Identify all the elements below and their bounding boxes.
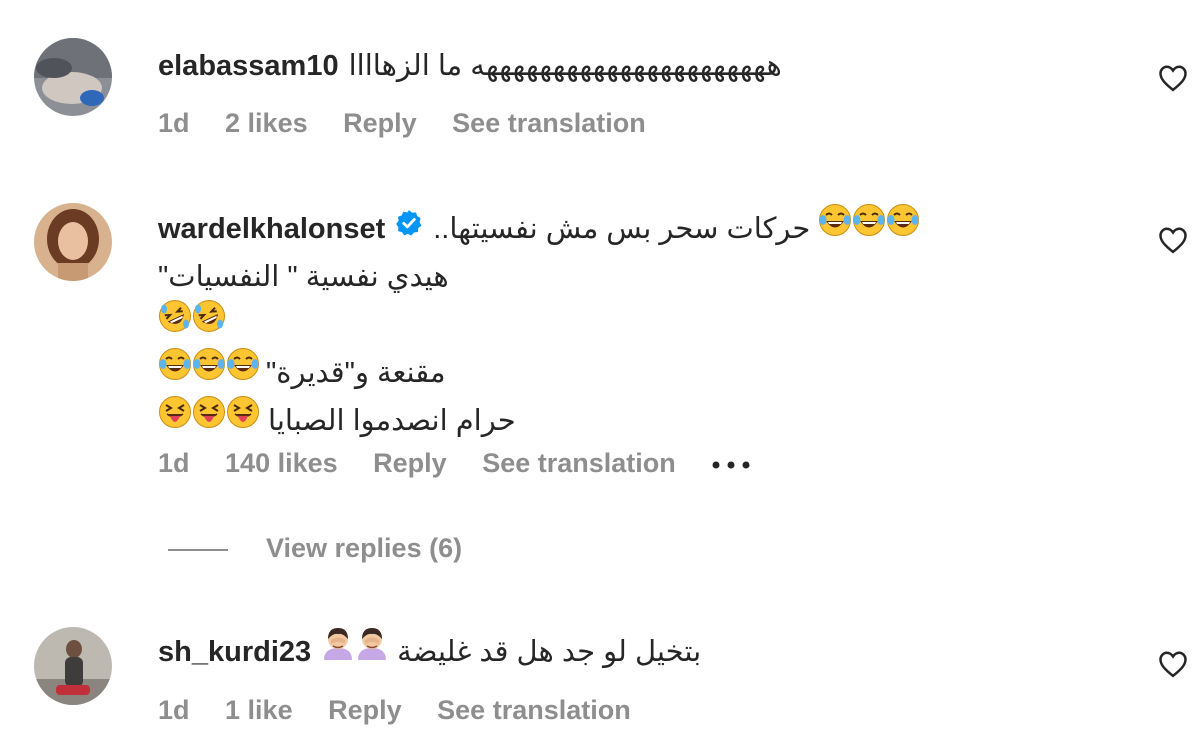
comment-likes[interactable]: 1 like <box>225 695 293 725</box>
comment-line: elabassam10 ههههههههههههههههههههههه ما ال… <box>158 42 1118 90</box>
see-translation-button[interactable]: See translation <box>482 448 676 478</box>
emoji-group <box>321 628 389 668</box>
comment-meta: 1d 140 likes Reply See translation <box>158 448 779 479</box>
more-dots-icon[interactable] <box>711 446 751 477</box>
heart-outline-icon[interactable] <box>1158 64 1188 97</box>
avatar[interactable] <box>34 38 112 116</box>
view-replies-button[interactable]: View replies (6) <box>168 533 462 564</box>
tears-of-joy-icon <box>886 203 920 252</box>
comment-username[interactable]: elabassam10 <box>158 50 339 82</box>
replies-divider <box>168 548 228 551</box>
comment-username[interactable]: wardelkhalonset <box>158 213 385 245</box>
see-translation-button[interactable]: See translation <box>437 695 631 725</box>
tears-of-joy-icon <box>852 203 886 252</box>
comment-text: حرام انصدموا الصبايا <box>268 405 516 437</box>
comment-line: sh_kurdi23 بتخيل لو جد هل قد غليضة <box>158 628 1118 676</box>
tears-of-joy-icon <box>192 347 226 396</box>
comment-line: wardelkhalonset حركات سحر بس مش نفسيتها.. <box>158 204 1118 253</box>
see-translation-button[interactable]: See translation <box>452 108 646 138</box>
comment-likes[interactable]: 2 likes <box>225 108 308 138</box>
avatar-photo-hand-icon <box>34 38 112 116</box>
comment-text: بتخيل لو جد هل قد غليضة <box>397 636 702 668</box>
tears-of-joy-icon <box>226 347 260 396</box>
comment-likes[interactable]: 140 likes <box>225 448 338 478</box>
person-facepalming-icon <box>321 626 355 675</box>
comment-text: مقنعة و"قديرة" <box>266 357 446 389</box>
comment-meta: 1d 1 like Reply See translation <box>158 695 659 726</box>
comment-meta: 1d 2 likes Reply See translation <box>158 108 674 139</box>
comment-time[interactable]: 1d <box>158 695 190 725</box>
avatar[interactable] <box>34 203 112 281</box>
emoji-group <box>158 396 260 437</box>
tears-of-joy-icon <box>818 203 852 252</box>
comment-time[interactable]: 1d <box>158 108 190 138</box>
squinting-tongue-icon <box>226 395 260 444</box>
heart-outline-icon[interactable] <box>1158 650 1188 683</box>
tears-of-joy-icon <box>158 347 192 396</box>
avatar-photo-person-icon <box>34 627 112 705</box>
comment-line: حرام انصدموا الصبايا <box>158 396 1118 445</box>
comment-line: هيدي نفسية " النفسيات" <box>158 253 1118 301</box>
reply-button[interactable]: Reply <box>373 448 447 478</box>
avatar[interactable] <box>34 627 112 705</box>
comment-username[interactable]: sh_kurdi23 <box>158 636 311 668</box>
person-facepalming-icon <box>355 626 389 675</box>
comment-line: مقنعة و"قديرة" <box>158 348 1118 397</box>
rofl-icon <box>158 299 192 348</box>
emoji-group <box>818 204 920 245</box>
comment-line <box>158 299 1118 349</box>
rofl-icon <box>192 299 226 348</box>
comment-text: ههههههههههههههههههههههه ما الزهاااا <box>348 50 782 82</box>
comment-time[interactable]: 1d <box>158 448 190 478</box>
squinting-tongue-icon <box>192 395 226 444</box>
heart-outline-icon[interactable] <box>1158 226 1188 259</box>
verified-badge-icon <box>395 204 423 252</box>
avatar-photo-woman-icon <box>34 203 112 281</box>
squinting-tongue-icon <box>158 395 192 444</box>
reply-button[interactable]: Reply <box>343 108 417 138</box>
comment-text: هيدي نفسية " النفسيات" <box>158 261 449 293</box>
reply-button[interactable]: Reply <box>328 695 402 725</box>
view-replies-label: View replies (6) <box>266 533 463 563</box>
comment-text: حركات سحر بس مش نفسيتها.. <box>433 213 811 245</box>
emoji-group <box>158 348 260 389</box>
